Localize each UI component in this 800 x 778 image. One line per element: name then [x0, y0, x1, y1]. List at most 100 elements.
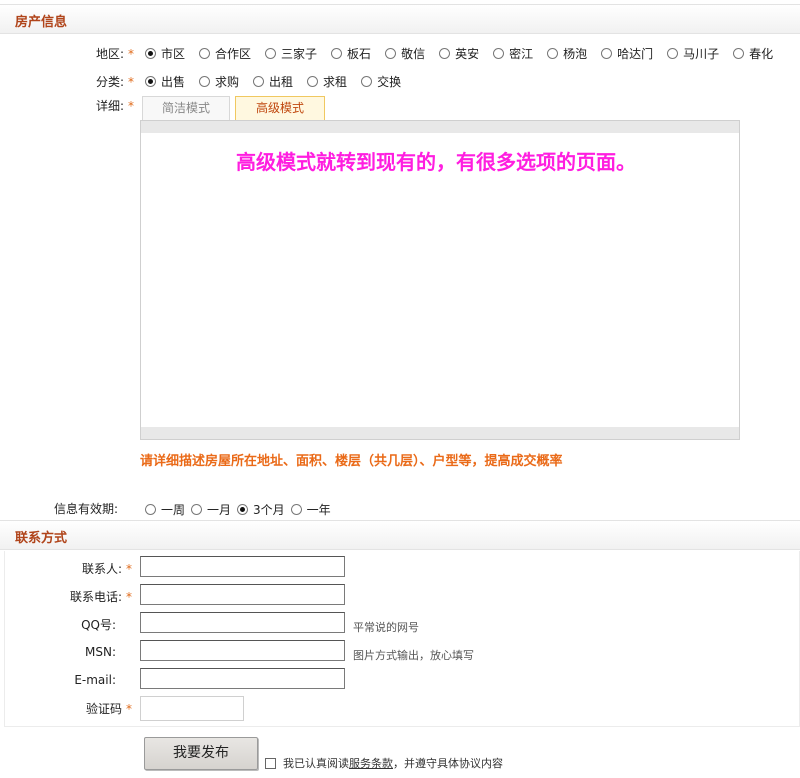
- validity-option[interactable]: 一周: [145, 501, 185, 518]
- email-label: E-mail:: [74, 673, 116, 687]
- category-option[interactable]: 出租: [253, 73, 293, 90]
- agreement-prefix: 我已认真阅读: [283, 757, 349, 770]
- msn-hint: 图片方式输出，放心填写: [353, 649, 474, 662]
- radio-button[interactable]: [667, 48, 679, 59]
- required-star: *: [126, 702, 132, 716]
- tab-simple-mode[interactable]: 简洁模式: [142, 96, 230, 120]
- validity-option-label: 3个月: [253, 503, 285, 517]
- required-star: *: [128, 47, 134, 61]
- validity-option[interactable]: 3个月: [237, 501, 285, 518]
- category-label-wrap: 分类: *: [60, 73, 134, 90]
- validity-radio-group: 一周 一月 3个月 一年: [145, 501, 337, 518]
- district-label-wrap: 地区: *: [60, 45, 134, 62]
- required-star: *: [128, 99, 134, 113]
- district-option[interactable]: 市区: [145, 45, 185, 62]
- editor-toolbar: [141, 121, 739, 133]
- advanced-mode-annotation: 高级模式就转到现有的，有很多选项的页面。: [236, 150, 636, 174]
- validity-label: 信息有效期:: [53, 502, 118, 516]
- radio-button[interactable]: [265, 48, 277, 59]
- contact-phone-input[interactable]: [140, 584, 345, 605]
- district-option-label: 马川子: [683, 47, 720, 61]
- radio-button[interactable]: [385, 48, 397, 59]
- agreement-row: 我已认真阅读 服务条款 ，并遵守具体协议内容: [265, 755, 503, 771]
- radio-button[interactable]: [199, 48, 211, 59]
- agreement-checkbox[interactable]: [265, 757, 276, 769]
- district-option-label: 杨泡: [563, 47, 588, 61]
- district-option[interactable]: 英安: [439, 45, 479, 62]
- category-option[interactable]: 求租: [307, 73, 347, 90]
- category-option-label: 出售: [161, 75, 186, 89]
- radio-button[interactable]: [361, 76, 373, 87]
- category-radio-group: 出售 求购 出租 求租 交换: [145, 73, 415, 90]
- district-option[interactable]: 板石: [331, 45, 371, 62]
- msn-label: MSN:: [85, 645, 116, 659]
- msn-input[interactable]: [140, 640, 345, 661]
- qq-input[interactable]: [140, 612, 345, 633]
- district-option-label: 三家子: [281, 47, 318, 61]
- property-section-title: 房产信息: [15, 15, 68, 30]
- district-option[interactable]: 春化: [733, 45, 773, 62]
- detail-hint: 请详细描述房屋所在地址、面积、楼层（共几层）、户型等，提高成交概率: [140, 454, 563, 469]
- district-option-label: 春化: [749, 47, 774, 61]
- district-option[interactable]: 密江: [493, 45, 533, 62]
- radio-button[interactable]: [145, 76, 156, 87]
- radio-button[interactable]: [253, 76, 265, 87]
- editor-statusbar: [141, 427, 739, 439]
- category-option-label: 求购: [215, 75, 240, 89]
- contact-name-label-wrap: 联系人: *: [40, 560, 132, 577]
- terms-link[interactable]: 服务条款: [349, 755, 393, 771]
- validity-option[interactable]: 一年: [290, 501, 331, 518]
- category-option[interactable]: 出售: [145, 73, 185, 90]
- agreement-suffix: ，并遵守具体协议内容: [393, 757, 503, 770]
- district-option[interactable]: 马川子: [667, 45, 719, 62]
- captcha-label: 验证码: [85, 702, 122, 716]
- radio-button[interactable]: [331, 48, 343, 59]
- category-option-label: 求租: [323, 75, 348, 89]
- validity-option-label: 一年: [306, 503, 331, 517]
- radio-button[interactable]: [439, 48, 451, 59]
- required-star: *: [128, 75, 134, 89]
- radio-button[interactable]: [290, 504, 302, 515]
- detail-label: 详细:: [95, 99, 124, 113]
- tab-advanced-mode[interactable]: 高级模式: [235, 96, 325, 120]
- radio-button[interactable]: [547, 48, 559, 59]
- radio-button[interactable]: [199, 76, 211, 87]
- contact-name-input[interactable]: [140, 556, 345, 577]
- district-option-label: 哈达门: [617, 47, 654, 61]
- radio-button[interactable]: [601, 48, 613, 59]
- district-option[interactable]: 哈达门: [601, 45, 653, 62]
- required-star: *: [126, 590, 132, 604]
- radio-button[interactable]: [733, 48, 745, 59]
- district-option[interactable]: 杨泡: [547, 45, 587, 62]
- radio-button[interactable]: [237, 504, 249, 515]
- captcha-input[interactable]: [140, 696, 244, 721]
- district-option-label: 英安: [455, 47, 480, 61]
- validity-option[interactable]: 一月: [191, 501, 231, 518]
- district-option-label: 板石: [347, 47, 372, 61]
- contact-phone-label: 联系电话:: [69, 590, 122, 604]
- detail-label-wrap: 详细: *: [60, 97, 134, 114]
- captcha-label-wrap: 验证码 *: [40, 700, 132, 717]
- radio-button[interactable]: [145, 504, 156, 515]
- email-input[interactable]: [140, 668, 345, 689]
- category-option[interactable]: 求购: [199, 73, 239, 90]
- contact-section-header: 联系方式: [0, 520, 800, 550]
- category-option-label: 交换: [377, 75, 402, 89]
- required-star: *: [126, 562, 132, 576]
- category-option[interactable]: 交换: [361, 73, 401, 90]
- district-option[interactable]: 合作区: [199, 45, 251, 62]
- district-option[interactable]: 敬信: [385, 45, 425, 62]
- district-option-label: 合作区: [215, 47, 252, 61]
- publish-button[interactable]: 我要发布: [144, 737, 258, 770]
- validity-option-label: 一月: [207, 503, 232, 517]
- district-option-label: 敬信: [401, 47, 426, 61]
- contact-section-title: 联系方式: [15, 531, 68, 546]
- radio-button[interactable]: [307, 76, 319, 87]
- radio-button[interactable]: [145, 48, 156, 59]
- radio-button[interactable]: [493, 48, 505, 59]
- contact-phone-label-wrap: 联系电话: *: [40, 588, 132, 605]
- district-option[interactable]: 三家子: [265, 45, 317, 62]
- radio-button[interactable]: [191, 504, 203, 515]
- property-section-header: 房产信息: [0, 4, 800, 34]
- district-label: 地区:: [95, 47, 124, 61]
